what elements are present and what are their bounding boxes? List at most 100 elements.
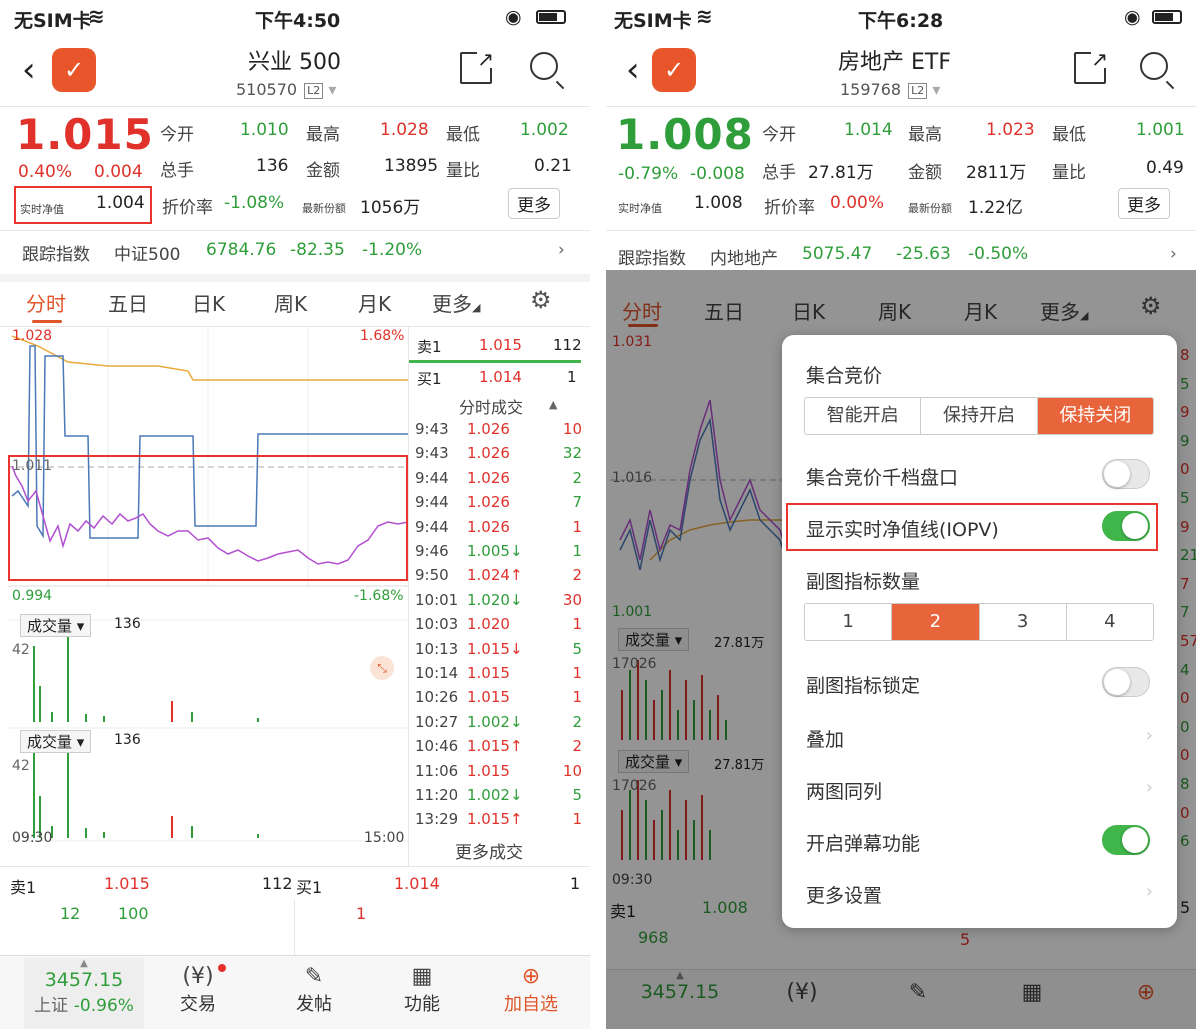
high-label: 最高 [306,125,340,145]
bid1-qty: 1 [567,368,577,386]
settings-gear-icon[interactable]: ⚙ [530,286,552,314]
post-button[interactable]: ✎ 发帖 [284,964,344,1016]
tick-price: 1.015↑ [467,737,523,756]
tick-qty: 2 [572,468,582,487]
dual-chart-item[interactable]: 两图同列 [806,777,882,804]
bottom-green-a: 12 [60,904,81,923]
tick-price: 1.005↓ [467,542,523,560]
overlay-item[interactable]: 叠加 [806,725,844,752]
auction-option-keep-off[interactable]: 保持关闭 [1037,398,1153,434]
highlight-box-iopv-line [8,455,408,581]
chevron-right-icon[interactable]: › [558,240,565,260]
amount-label: 金额 [908,163,942,183]
highlight-box-iopv-setting [786,503,1158,551]
tick-price: 1.015 [467,664,510,682]
tab-intraday[interactable]: 分时 [26,288,66,317]
ask1-label: 卖1 [417,338,442,356]
chevron-right-icon: › [1145,777,1153,798]
left-screen: 无SIM卡 ≋ 下午4:50 ◉ ‹ ✓ 兴业 500 510570 L2 ▾ … [0,0,590,1029]
tick-time: 9:44 [415,517,449,536]
tab-daily[interactable]: 日K [192,288,225,317]
share-icon[interactable]: ↗ [1074,49,1108,84]
ask1-price: 1.015 [479,336,522,354]
stock-title: 兴业 500 [248,50,341,75]
app-logo: ✓ [52,48,96,92]
collapse-icon[interactable]: ▲ [549,398,557,411]
more-button[interactable]: 更多 [1118,188,1170,219]
volume-value: 27.81万 [808,163,874,183]
search-icon[interactable] [1140,52,1175,90]
volume-bars-1 [33,636,259,722]
depth-label: 集合竞价千档盘口 [806,467,959,489]
auction-option-keep-on[interactable]: 保持开启 [921,398,1038,434]
function-button[interactable]: ▦ 功能 [392,964,452,1016]
back-icon[interactable]: ‹ [626,50,640,90]
sub-count-4[interactable]: 4 [1067,604,1153,640]
auction-title: 集合竞价 [806,365,883,387]
more-button[interactable]: 更多 [508,188,560,219]
bottom-bid-price: 1.014 [394,874,440,893]
carrier-label: 无SIM卡 [614,10,692,32]
low-label: 最低 [1052,125,1086,145]
depth-toggle[interactable] [1102,459,1150,489]
sub-count-1[interactable]: 1 [805,604,893,640]
volume-indicator-select-2[interactable]: 成交量 ▾ [20,730,92,753]
open-value: 1.014 [844,120,893,140]
tick-price: 1.015↓ [467,639,523,658]
add-watchlist-button[interactable]: ⊕ 加自选 [496,964,566,1016]
ratio-value: 0.21 [534,156,572,176]
amount-value: 13895 [384,156,439,176]
back-icon[interactable]: ‹ [22,50,36,90]
volume-value-1: 136 [114,616,141,632]
tab-weekly[interactable]: 周K [274,288,307,317]
sub-count-2[interactable]: 2 [892,604,980,640]
bottom-red-c: 1 [356,904,367,923]
tick-time: 10:46 [415,737,459,756]
search-icon[interactable] [530,52,565,90]
share-icon[interactable]: ↗ [460,49,494,84]
more-settings-item[interactable]: 更多设置 [806,881,882,908]
shares-value: 1.22亿 [968,198,1023,218]
danmaku-toggle[interactable] [1102,825,1150,855]
tick-time: 10:01 [415,590,459,609]
index-ticker[interactable]: ▲ 3457.15 上证 -0.96% [24,958,144,1029]
discount-value: 0.00% [830,193,885,213]
auction-option-smart[interactable]: 智能开启 [805,398,922,434]
iopv-value: 1.008 [694,193,743,213]
tick-time: 10:26 [415,688,459,707]
tab-5day[interactable]: 五日 [108,288,148,317]
auction-segmented-control: 智能开启 保持开启 保持关闭 [804,397,1154,435]
chevron-right-icon[interactable]: › [1170,244,1177,264]
tick-time: 9:50 [415,566,449,585]
amount-label: 金额 [306,161,340,181]
high-value: 1.028 [380,120,429,140]
tick-qty: 1 [572,664,582,682]
sub-lock-label: 副图指标锁定 [806,675,921,697]
track-index-value: 5075.47 [802,244,873,264]
change-value: 0.004 [94,162,143,182]
sub-lock-toggle[interactable] [1102,667,1150,697]
sub-count-3[interactable]: 3 [980,604,1067,640]
stock-code: 510570 L2 ▾ [236,80,337,99]
bottom-bid-label: 买1 [296,878,323,897]
tick-qty: 5 [572,639,582,658]
bid1-label: 买1 [417,370,442,388]
expand-icon[interactable]: ⤡ [370,656,394,680]
volume-indicator-select-1[interactable]: 成交量 ▾ [20,614,92,637]
intraday-chart[interactable]: 1.028 1.68% 1.011 0.994 -1.68% 成交量 ▾ 136… [8,326,408,848]
last-price: 1.008 [616,110,754,159]
more-trades-link[interactable]: 更多成交 [455,838,523,863]
track-index-label: 跟踪指数 [22,245,90,265]
sub-count-segmented-control: 1 2 3 4 [804,603,1154,641]
tick-price: 1.015↑ [467,810,523,829]
y-max-label: 1.028 [12,328,53,344]
tab-more[interactable]: 更多◢ [432,288,480,317]
highlight-box-iopv [14,186,152,224]
tab-monthly[interactable]: 月K [358,288,391,317]
open-label: 今开 [762,125,796,145]
trade-button[interactable]: (¥) 交易 [168,964,228,1016]
order-book-panel: 卖1 1.015 112 买1 1.014 1 分时成交 ▲ 9:43 1.026… [408,326,590,866]
tick-qty: 32 [562,444,582,463]
tick-price: 1.026 [467,468,510,487]
battery-icon [536,10,566,24]
